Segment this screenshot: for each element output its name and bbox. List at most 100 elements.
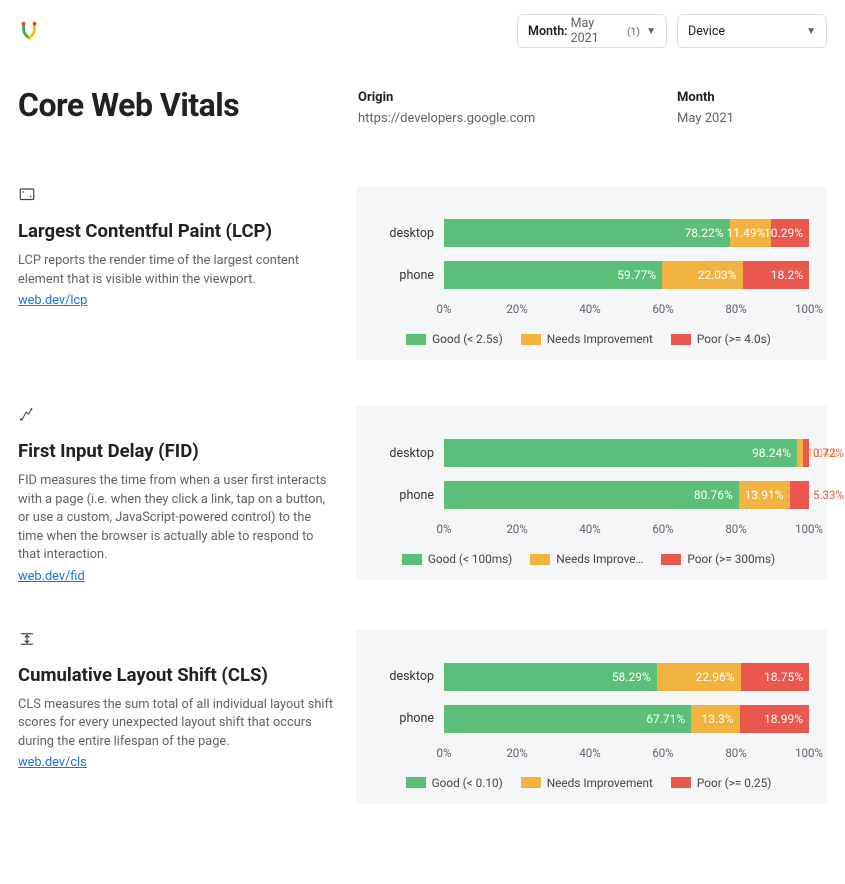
bar-track: 78.22% 11.49% 10.29% (444, 219, 809, 247)
metric-link[interactable]: web.dev/lcp (18, 293, 87, 308)
category-label: desktop (368, 669, 444, 684)
metric-info: Largest Contentful Paint (LCP) LCP repor… (18, 186, 338, 308)
axis-tick: 20% (506, 522, 527, 536)
legend-needs-improvement: Needs Improve… (530, 552, 643, 566)
segment-good: 59.77% (444, 261, 662, 289)
swatch-ni (530, 554, 550, 565)
axis-tick: 60% (652, 522, 673, 536)
month-select[interactable]: Month: May 2021 (1) ▼ (517, 14, 667, 48)
chevron-down-icon: ▼ (806, 26, 816, 37)
month-meta: Month May 2021 (677, 86, 827, 126)
metric-info: First Input Delay (FID) FID measures the… (18, 406, 338, 584)
lcp-icon (18, 186, 36, 204)
page-header: Core Web Vitals Origin https://developer… (18, 86, 827, 126)
x-axis: 0%20%40%60%80%100% (444, 746, 809, 766)
metric-description: CLS measures the sum total of all indivi… (18, 696, 338, 752)
swatch-good (402, 554, 422, 565)
bar-row-phone: phone 80.76% 13.91% 5.33% (368, 480, 809, 510)
swatch-poor (671, 777, 691, 788)
page-title: Core Web Vitals (18, 86, 358, 124)
chart-card: desktop 98.24% 1.04% 0.72% phone 80.76% … (356, 406, 827, 580)
axis-tick: 60% (652, 746, 673, 760)
chart-legend: Good (< 0.10) Needs Improvement Poor (>=… (368, 776, 809, 790)
chart-legend: Good (< 100ms) Needs Improve… Poor (>= 3… (368, 552, 809, 566)
legend-needs-improvement: Needs Improvement (521, 776, 653, 790)
bar-row-phone: phone 67.71% 13.3% 18.99% (368, 704, 809, 734)
legend-good: Good (< 100ms) (402, 552, 512, 566)
segment-poor: 18.99% (740, 705, 809, 733)
axis-tick: 100% (795, 522, 823, 536)
segment-poor: 10.29% (771, 219, 809, 247)
chart-card: desktop 78.22% 11.49% 10.29% phone 59.77… (356, 186, 827, 360)
axis-tick: 100% (795, 746, 823, 760)
axis-tick: 20% (506, 746, 527, 760)
month-select-value: May 2021 (571, 16, 617, 46)
legend-good: Good (< 2.5s) (406, 332, 503, 346)
segment-needs-improvement: 22.03% (662, 261, 742, 289)
month-value: May 2021 (677, 111, 827, 126)
metric-fid: First Input Delay (FID) FID measures the… (18, 406, 827, 584)
month-select-label: Month: (528, 24, 568, 39)
swatch-ni (521, 334, 541, 345)
origin-value: https://developers.google.com (358, 111, 677, 126)
legend-poor: Poor (>= 300ms) (661, 552, 775, 566)
legend-needs-improvement: Needs Improvement (521, 332, 653, 346)
segment-good: 78.22% (444, 219, 730, 247)
origin-label: Origin (358, 90, 677, 105)
segment-good: 98.24% (444, 439, 797, 467)
swatch-good (406, 334, 426, 345)
chart-card: desktop 58.29% 22.96% 18.75% phone 67.71… (356, 630, 827, 804)
bar-track: 67.71% 13.3% 18.99% (444, 705, 809, 733)
swatch-poor (671, 334, 691, 345)
legend-poor: Poor (>= 4.0s) (671, 332, 771, 346)
segment-poor: 5.33% (790, 481, 809, 509)
swatch-ni (521, 777, 541, 788)
axis-tick: 100% (795, 302, 823, 316)
segment-needs-improvement: 22.96% (657, 663, 741, 691)
month-select-count: (1) (627, 25, 640, 38)
cls-icon (18, 630, 36, 648)
segment-poor: 18.75% (741, 663, 809, 691)
fid-icon (18, 406, 36, 424)
segment-poor: 18.2% (743, 261, 809, 289)
axis-tick: 40% (579, 522, 600, 536)
category-label: desktop (368, 446, 444, 461)
category-label: phone (368, 488, 444, 503)
axis-tick: 80% (725, 746, 746, 760)
chart-legend: Good (< 2.5s) Needs Improvement Poor (>=… (368, 332, 809, 346)
bar-track: 98.24% 1.04% 0.72% (444, 439, 809, 467)
segment-good: 67.71% (444, 705, 691, 733)
metric-title: First Input Delay (FID) (18, 440, 338, 462)
axis-tick: 60% (652, 302, 673, 316)
metric-link[interactable]: web.dev/fid (18, 569, 85, 584)
metric-cls: Cumulative Layout Shift (CLS) CLS measur… (18, 630, 827, 804)
x-axis: 0%20%40%60%80%100% (444, 522, 809, 542)
bar-row-phone: phone 59.77% 22.03% 18.2% (368, 260, 809, 290)
category-label: phone (368, 268, 444, 283)
category-label: phone (368, 711, 444, 726)
segment-good: 58.29% (444, 663, 657, 691)
bar-track: 80.76% 13.91% 5.33% (444, 481, 809, 509)
bar-row-desktop: desktop 98.24% 1.04% 0.72% (368, 438, 809, 468)
topbar: Month: May 2021 (1) ▼ Device ▼ (18, 14, 827, 48)
metric-description: FID measures the time from when a user f… (18, 472, 338, 565)
axis-tick: 0% (437, 522, 452, 536)
origin-meta: Origin https://developers.google.com (358, 86, 677, 126)
metric-description: LCP reports the render time of the large… (18, 252, 338, 289)
bar-track: 58.29% 22.96% 18.75% (444, 663, 809, 691)
metric-link[interactable]: web.dev/cls (18, 755, 87, 770)
logo-icon (18, 20, 40, 42)
metric-title: Largest Contentful Paint (LCP) (18, 220, 338, 242)
segment-needs-improvement: 13.3% (691, 705, 740, 733)
device-select-label: Device (688, 24, 725, 39)
segment-good: 80.76% (444, 481, 739, 509)
axis-tick: 40% (579, 746, 600, 760)
metric-lcp: Largest Contentful Paint (LCP) LCP repor… (18, 186, 827, 360)
swatch-poor (661, 554, 681, 565)
axis-tick: 0% (437, 302, 452, 316)
axis-tick: 40% (579, 302, 600, 316)
bar-track: 59.77% 22.03% 18.2% (444, 261, 809, 289)
segment-poor: 0.72% (803, 439, 809, 467)
device-select[interactable]: Device ▼ (677, 14, 827, 48)
axis-tick: 20% (506, 302, 527, 316)
